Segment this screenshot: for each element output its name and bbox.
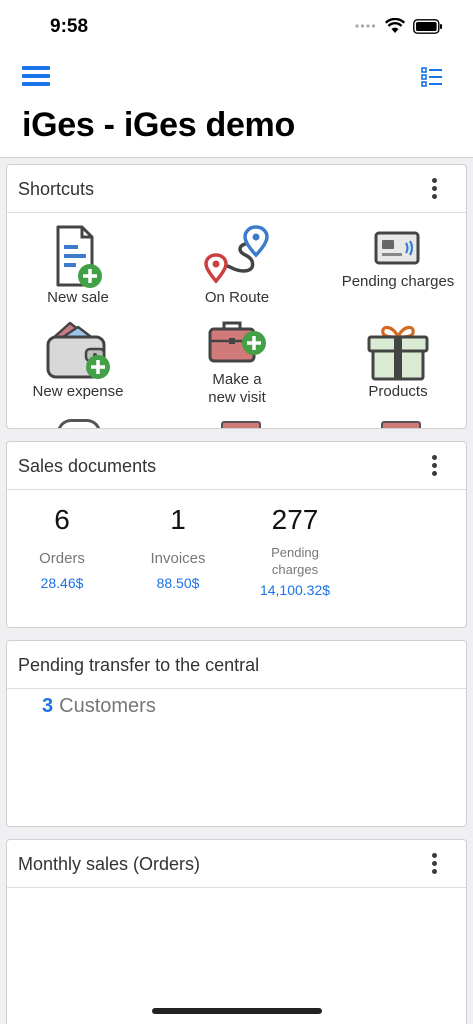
hamburger-icon-bar — [22, 74, 50, 78]
partial-shortcut-icon — [381, 421, 421, 428]
card-header: Shortcuts — [7, 165, 466, 213]
menu-button[interactable] — [22, 66, 50, 88]
monthly-sales-card: Monthly sales (Orders) — [6, 839, 467, 1024]
shortcut-label: New sale — [47, 289, 109, 306]
pending-customers-link[interactable]: 3 Customers — [42, 695, 156, 718]
hamburger-icon-bar — [22, 66, 50, 70]
shortcut-label: Pending charges — [341, 273, 455, 290]
hamburger-icon-bar — [22, 82, 50, 86]
wifi-icon — [385, 18, 405, 33]
status-icons — [355, 18, 443, 34]
stat-amount[interactable]: 28.46$ — [7, 575, 117, 591]
shortcut-new-sale[interactable]: New sale — [8, 223, 148, 307]
shortcut-label: New expense — [32, 383, 124, 400]
stat-amount[interactable]: 14,100.32$ — [240, 582, 350, 598]
partial-shortcut-icon — [57, 419, 101, 428]
briefcase-add-icon — [208, 321, 266, 363]
list-view-icon[interactable] — [421, 67, 443, 87]
more-options-icon[interactable] — [432, 853, 438, 875]
more-options-icon[interactable] — [432, 178, 438, 200]
card-payment-icon — [374, 231, 420, 265]
battery-icon — [413, 18, 442, 34]
pending-transfer-card: Pending transfer to the central 3 Custome… — [6, 640, 467, 827]
stat-label: Pending charges — [271, 545, 319, 577]
shortcut-label: Make a new visit — [208, 371, 266, 406]
stat-count: 1 — [170, 504, 186, 535]
card-title: Shortcuts — [18, 179, 95, 199]
card-header: Pending transfer to the central — [7, 641, 466, 689]
signal-icon — [355, 24, 376, 28]
card-title: Sales documents — [18, 456, 157, 476]
pending-label: Customers — [59, 695, 156, 717]
card-header: Sales documents — [7, 442, 466, 490]
card-header: Monthly sales (Orders) — [7, 840, 466, 888]
shortcut-products[interactable]: Products — [328, 321, 466, 401]
new-sale-icon — [56, 225, 102, 288]
stat-amount[interactable]: 88.50$ — [123, 575, 233, 591]
shortcut-label: Products — [368, 383, 428, 400]
sales-documents-card: Sales documents 6 Orders 28.46$ 1 Invoic… — [6, 441, 467, 628]
route-icon — [204, 225, 269, 284]
shortcut-pending-charges[interactable]: Pending charges — [328, 229, 466, 291]
page-title: iGes - iGes demo — [22, 106, 295, 144]
shortcut-on-route[interactable]: On Route — [167, 223, 307, 307]
top-bar: 9:58 iGes - iGes demo — [0, 0, 473, 158]
wallet-add-icon — [46, 321, 110, 379]
partial-shortcut-icon — [221, 421, 261, 428]
stat-pending-charges[interactable]: 277 Pending charges 14,100.32$ — [240, 504, 350, 598]
shortcut-make-new-visit[interactable]: Make a new visit — [167, 317, 307, 407]
stat-label: Invoices — [150, 550, 206, 567]
card-title: Pending transfer to the central — [18, 655, 260, 675]
pending-count: 3 — [42, 695, 54, 717]
stat-count: 6 — [54, 504, 70, 535]
more-options-icon[interactable] — [432, 455, 438, 477]
stat-count: 277 — [271, 504, 319, 535]
home-indicator[interactable] — [152, 1008, 322, 1014]
card-title: Monthly sales (Orders) — [18, 854, 201, 874]
gift-icon — [367, 325, 429, 381]
status-time: 9:58 — [50, 16, 89, 37]
stat-label: Orders — [39, 550, 85, 567]
shortcuts-card: Shortcuts New sale On Route Pending char… — [6, 164, 467, 429]
stat-orders[interactable]: 6 Orders 28.46$ — [7, 504, 117, 591]
shortcut-label: On Route — [204, 289, 270, 306]
shortcut-new-expense[interactable]: New expense — [8, 317, 148, 401]
stat-invoices[interactable]: 1 Invoices 88.50$ — [123, 504, 233, 591]
